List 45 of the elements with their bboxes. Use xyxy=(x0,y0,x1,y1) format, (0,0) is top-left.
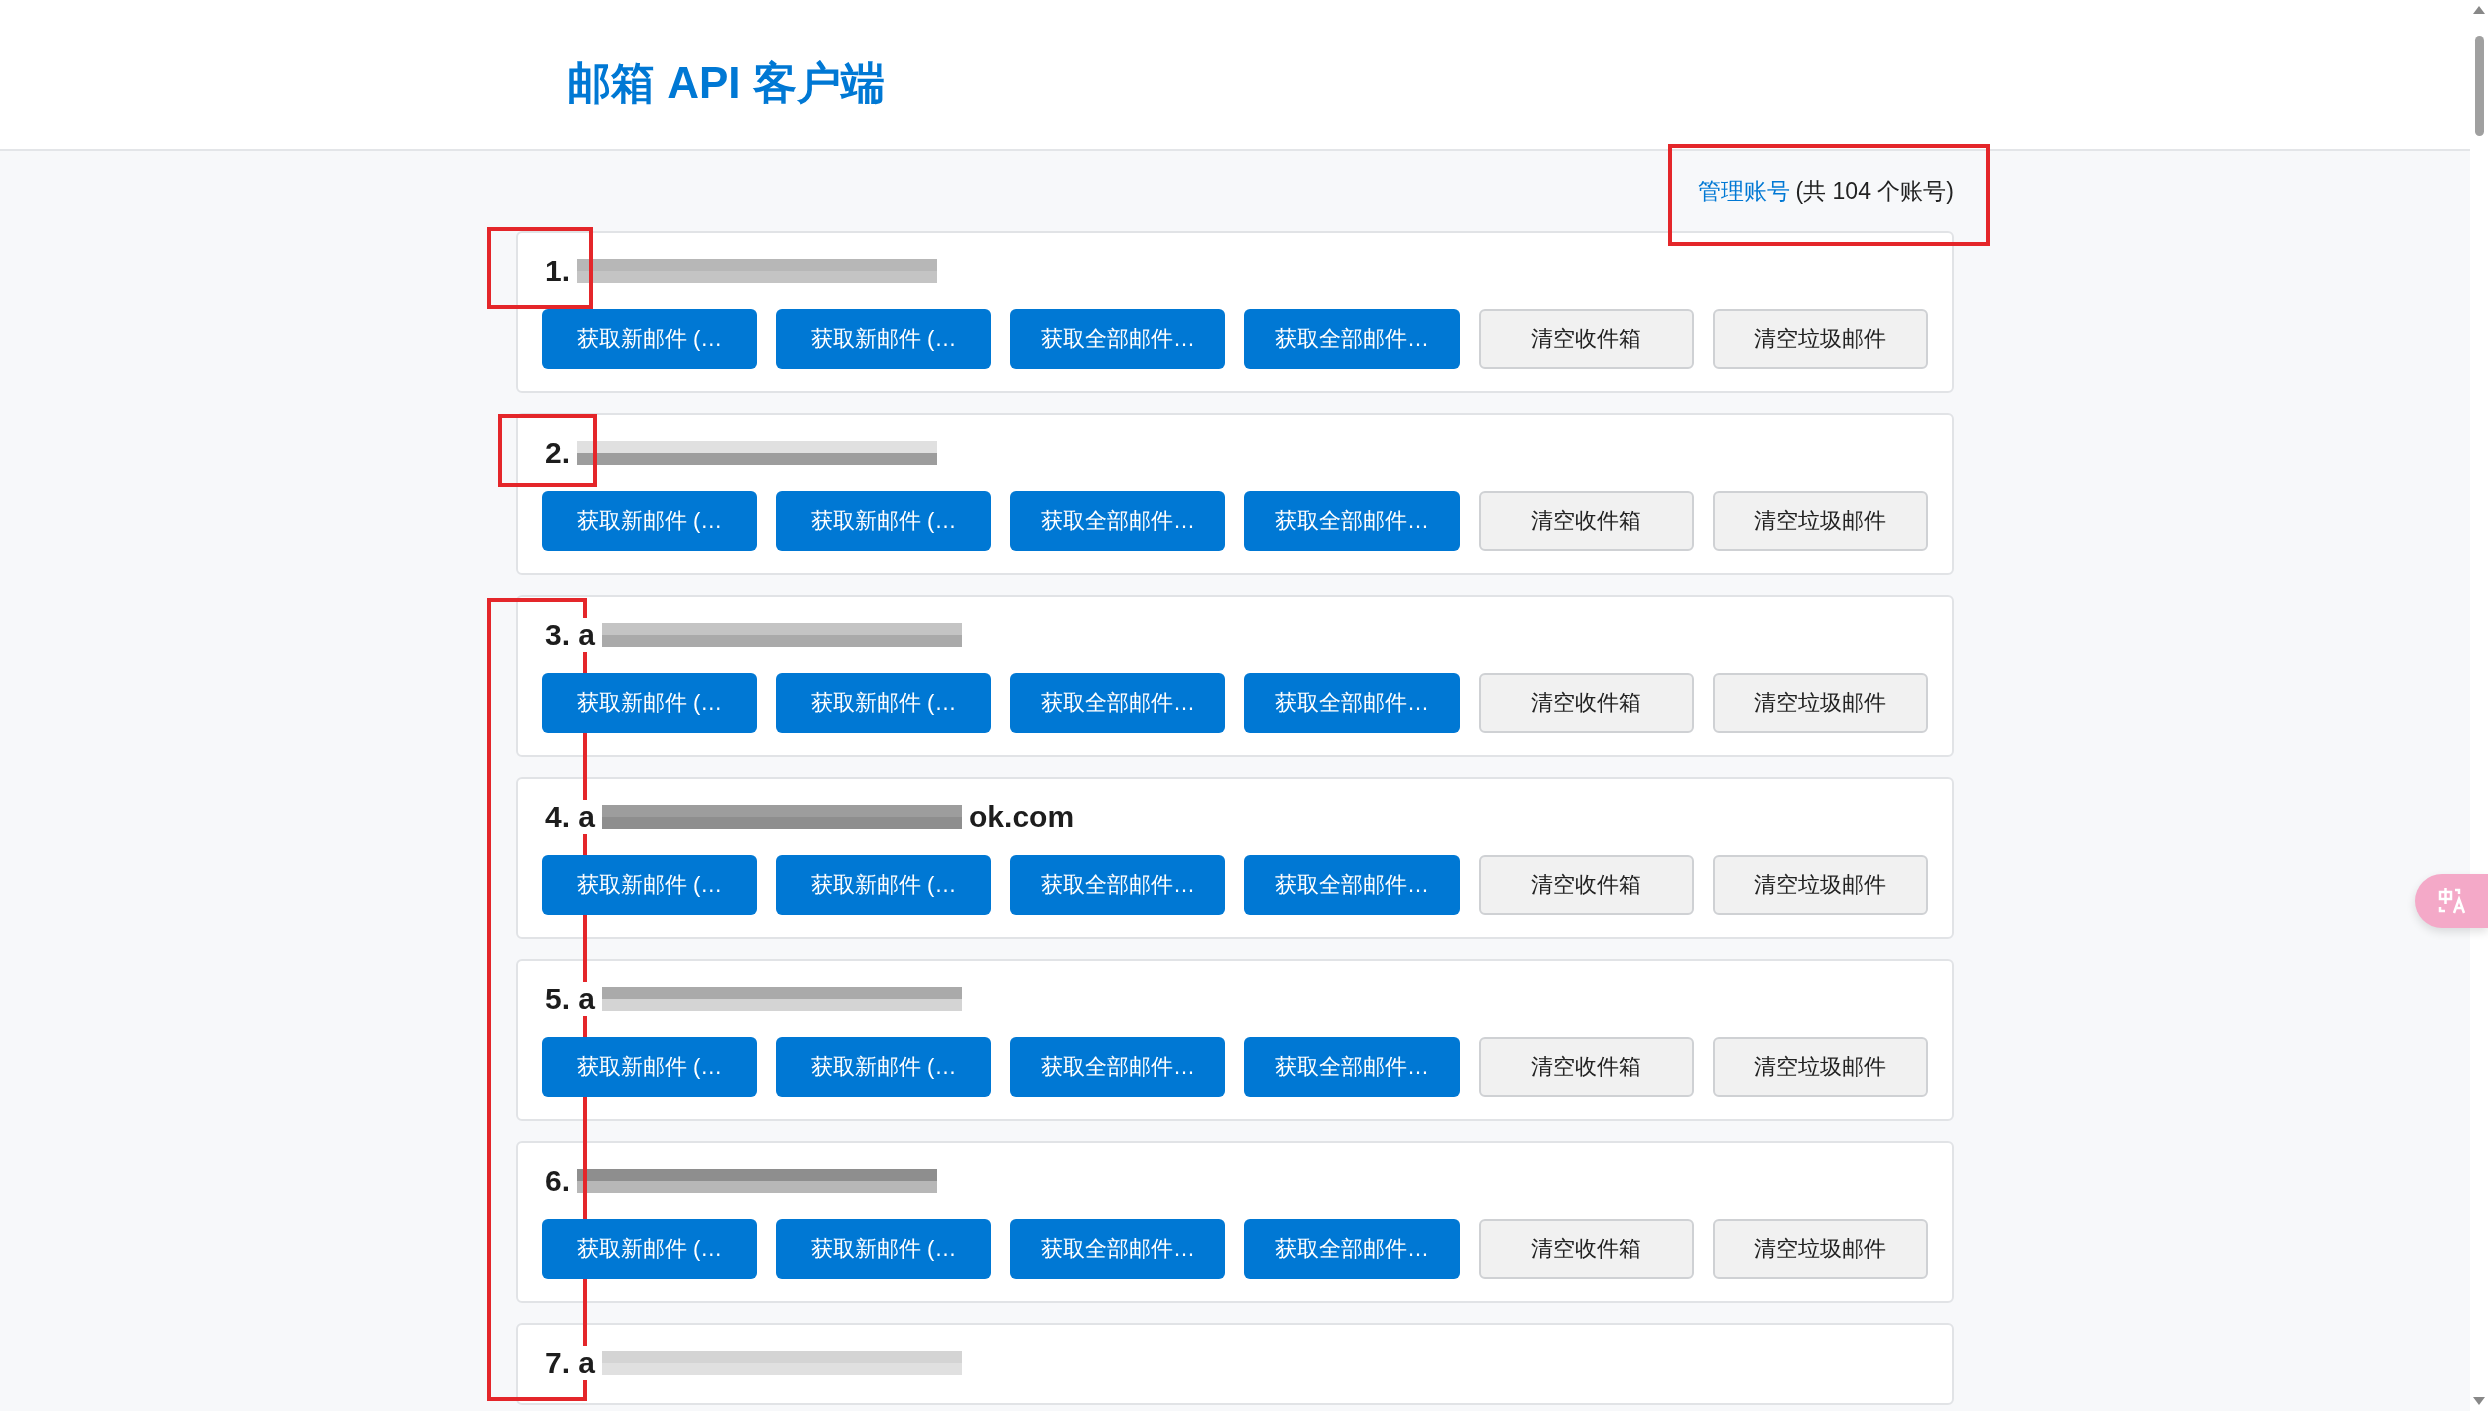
action-button[interactable]: 清空收件箱 xyxy=(1478,1037,1694,1097)
action-button[interactable]: 清空垃圾邮件 xyxy=(1712,1219,1928,1279)
action-button[interactable]: 获取新邮件 (… xyxy=(542,673,758,733)
action-button[interactable]: 获取全部邮件… xyxy=(1244,309,1460,369)
action-button[interactable]: 获取全部邮件… xyxy=(1010,673,1226,733)
action-button[interactable]: 清空垃圾邮件 xyxy=(1712,309,1928,369)
translate-button[interactable] xyxy=(2415,874,2488,928)
action-button[interactable]: 清空收件箱 xyxy=(1478,673,1694,733)
action-button[interactable]: 获取全部邮件… xyxy=(1010,1219,1226,1279)
action-button[interactable]: 获取新邮件 (… xyxy=(776,1037,992,1097)
action-button[interactable]: 获取新邮件 (… xyxy=(776,855,992,915)
action-button[interactable]: 获取新邮件 (… xyxy=(776,491,992,551)
action-button[interactable]: 获取新邮件 (… xyxy=(542,1219,758,1279)
action-button[interactable]: 获取全部邮件… xyxy=(1010,855,1226,915)
action-button[interactable]: 获取全部邮件… xyxy=(1244,673,1460,733)
action-button[interactable]: 清空垃圾邮件 xyxy=(1712,1037,1928,1097)
page-title: 邮箱 API 客户端 xyxy=(567,57,885,109)
translate-icon xyxy=(2436,886,2467,916)
action-button[interactable]: 获取全部邮件… xyxy=(1244,1037,1460,1097)
action-button[interactable]: 清空垃圾邮件 xyxy=(1712,673,1928,733)
action-button[interactable]: 获取新邮件 (… xyxy=(776,673,992,733)
scrollbar-thumb[interactable] xyxy=(2474,36,2484,136)
action-button[interactable]: 获取新邮件 (… xyxy=(542,855,758,915)
action-button[interactable]: 清空垃圾邮件 xyxy=(1712,491,1928,551)
action-button[interactable]: 获取全部邮件… xyxy=(1010,309,1226,369)
action-button[interactable]: 获取全部邮件… xyxy=(1010,491,1226,551)
scroll-up-icon[interactable] xyxy=(2473,6,2485,14)
action-button[interactable]: 获取全部邮件… xyxy=(1244,491,1460,551)
action-button[interactable]: 清空收件箱 xyxy=(1478,491,1694,551)
scroll-down-icon[interactable] xyxy=(2473,1397,2485,1405)
action-button[interactable]: 获取全部邮件… xyxy=(1244,855,1460,915)
action-button[interactable]: 获取新邮件 (… xyxy=(542,309,758,369)
action-button[interactable]: 获取新邮件 (… xyxy=(776,1219,992,1279)
action-button[interactable]: 清空收件箱 xyxy=(1478,1219,1694,1279)
action-button[interactable]: 清空收件箱 xyxy=(1478,309,1694,369)
scrollbar[interactable] xyxy=(2470,0,2488,1411)
action-button[interactable]: 清空垃圾邮件 xyxy=(1712,855,1928,915)
action-button[interactable]: 获取新邮件 (… xyxy=(542,491,758,551)
action-button[interactable]: 获取全部邮件… xyxy=(1244,1219,1460,1279)
account-label: 4. a xyxy=(542,800,599,834)
action-button[interactable]: 获取全部邮件… xyxy=(1010,1037,1226,1097)
action-button[interactable]: 清空收件箱 xyxy=(1478,855,1694,915)
action-button[interactable]: 获取新邮件 (… xyxy=(776,309,992,369)
action-button[interactable]: 获取新邮件 (… xyxy=(542,1037,758,1097)
account-label: 3. a xyxy=(542,618,599,652)
